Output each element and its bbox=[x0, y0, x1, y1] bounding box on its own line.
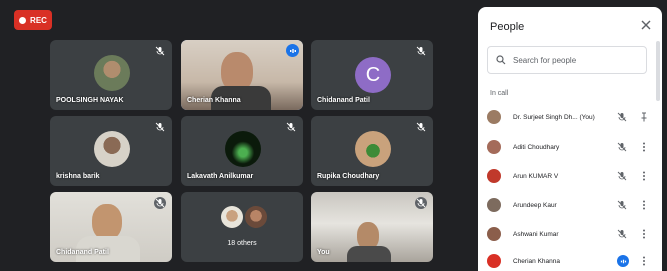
participant-tile[interactable]: Lakavath Anilkumar bbox=[181, 116, 303, 186]
more-icon[interactable] bbox=[639, 229, 649, 239]
participant-tile[interactable]: Rupika Choudhary bbox=[311, 116, 433, 186]
mic-off-icon bbox=[154, 45, 166, 57]
others-count: 18 others bbox=[227, 240, 257, 247]
participant-tile[interactable]: Cherian Khanna bbox=[181, 40, 303, 110]
participant-name: Ashwani Kumar bbox=[513, 230, 559, 238]
participant-name: krishna barik bbox=[56, 173, 100, 180]
participant-name: Chidanand Patil bbox=[56, 249, 109, 256]
participant-name: Aditi Choudhary bbox=[513, 143, 560, 151]
avatar bbox=[487, 169, 501, 183]
more-icon[interactable] bbox=[639, 200, 649, 210]
avatar bbox=[221, 206, 243, 228]
participant-tile[interactable]: Chidanand Patil bbox=[50, 192, 172, 262]
section-label: In call bbox=[490, 90, 509, 97]
people-panel: People Search for people In call Dr. Sur… bbox=[478, 7, 662, 271]
search-input[interactable]: Search for people bbox=[487, 46, 647, 74]
avatar bbox=[487, 198, 501, 212]
mic-off-icon bbox=[617, 200, 627, 210]
participant-name: Arun KUMAR V bbox=[513, 172, 559, 180]
participant-row[interactable]: Arun KUMAR V bbox=[487, 165, 652, 187]
pin-icon[interactable] bbox=[639, 112, 649, 122]
participant-name: POOLSINGH NAYAK bbox=[56, 97, 124, 104]
avatar bbox=[245, 206, 267, 228]
mic-off-icon bbox=[415, 197, 427, 209]
participant-name: Lakavath Anilkumar bbox=[187, 173, 254, 180]
mic-off-icon bbox=[285, 121, 297, 133]
avatar bbox=[487, 110, 501, 124]
recording-badge: REC bbox=[14, 10, 52, 30]
others-tile[interactable]: 18 others bbox=[181, 192, 303, 262]
avatar: C bbox=[355, 57, 391, 93]
participant-name: Cherian Khanna bbox=[187, 97, 241, 104]
avatar bbox=[355, 131, 391, 167]
avatar bbox=[225, 131, 261, 167]
mic-off-icon bbox=[617, 229, 627, 239]
close-icon[interactable] bbox=[640, 19, 652, 31]
participant-row[interactable]: Cherian Khanna bbox=[487, 250, 652, 271]
scrollbar[interactable] bbox=[656, 41, 660, 101]
more-icon[interactable] bbox=[639, 256, 649, 266]
mic-off-icon bbox=[415, 121, 427, 133]
mic-off-icon bbox=[415, 45, 427, 57]
participant-name: Chidanand Patil bbox=[317, 97, 370, 104]
mic-off-icon bbox=[154, 121, 166, 133]
self-tile[interactable]: You bbox=[311, 192, 433, 262]
speaking-indicator-icon bbox=[286, 44, 299, 57]
participant-tile[interactable]: krishna barik bbox=[50, 116, 172, 186]
mic-off-icon bbox=[617, 171, 627, 181]
mic-off-icon bbox=[154, 197, 166, 209]
avatar bbox=[487, 140, 501, 154]
more-icon[interactable] bbox=[639, 142, 649, 152]
participant-row[interactable]: Ashwani Kumar bbox=[487, 223, 652, 245]
participant-row[interactable]: Dr. Surjeet Singh Dh... (You) bbox=[487, 106, 652, 128]
participant-name: Arundeep Kaur bbox=[513, 201, 557, 209]
more-icon[interactable] bbox=[639, 171, 649, 181]
person-body bbox=[347, 246, 391, 262]
participant-tile[interactable]: POOLSINGH NAYAK bbox=[50, 40, 172, 110]
mic-off-icon bbox=[617, 142, 627, 152]
person-face bbox=[92, 204, 122, 240]
search-icon bbox=[496, 55, 506, 65]
participant-tile[interactable]: C Chidanand Patil bbox=[311, 40, 433, 110]
participant-name: Cherian Khanna bbox=[513, 257, 560, 265]
avatar bbox=[94, 131, 130, 167]
participant-name: You bbox=[317, 249, 330, 256]
participant-name: Dr. Surjeet Singh Dh... (You) bbox=[513, 113, 595, 121]
avatar bbox=[487, 227, 501, 241]
search-placeholder: Search for people bbox=[513, 55, 577, 65]
avatar bbox=[94, 55, 130, 91]
avatar bbox=[487, 254, 501, 268]
recording-label: REC bbox=[30, 15, 47, 25]
speaking-indicator-icon bbox=[617, 255, 629, 267]
participant-row[interactable]: Aditi Choudhary bbox=[487, 136, 652, 158]
record-dot-icon bbox=[19, 16, 27, 24]
participant-row[interactable]: Arundeep Kaur bbox=[487, 194, 652, 216]
participant-name: Rupika Choudhary bbox=[317, 173, 380, 180]
panel-title: People bbox=[490, 21, 525, 33]
mic-off-icon bbox=[617, 112, 627, 122]
